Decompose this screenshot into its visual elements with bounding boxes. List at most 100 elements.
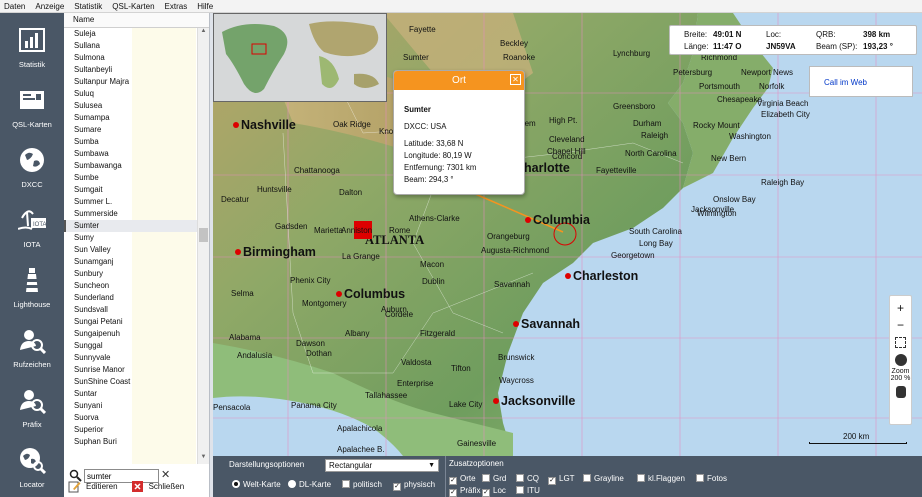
menu-daten[interactable]: Daten (0, 0, 31, 12)
menu-statistik[interactable]: Statistik (70, 0, 108, 12)
radio-world-map[interactable]: Welt-Karte (232, 480, 281, 489)
checkbox-itu[interactable]: ITU (516, 486, 540, 495)
nav-dxcc[interactable]: DXCC (0, 136, 64, 196)
list-item[interactable]: Summerside (64, 208, 198, 220)
map-city-marker[interactable] (525, 217, 531, 223)
list-item[interactable]: Sunnyvale (64, 352, 198, 364)
list-item[interactable]: Sumter (64, 220, 198, 232)
zoom-out-icon[interactable]: − (890, 318, 911, 332)
list-item[interactable]: Sunderland (64, 292, 198, 304)
pan-hand-icon[interactable] (895, 386, 906, 398)
list-scrollbar[interactable]: ▲ ▼ (197, 28, 209, 464)
map-city-marker[interactable] (235, 249, 241, 255)
list-item[interactable]: Sumba (64, 136, 198, 148)
list-item[interactable]: Suluq (64, 88, 198, 100)
edit-button[interactable]: Editieren (68, 476, 118, 497)
checkbox-lgt[interactable]: ✓ LGT (548, 474, 575, 485)
list-item[interactable]: Sultanbeyli (64, 64, 198, 76)
map-place-label: High Pt. (549, 116, 578, 125)
list-item[interactable]: Sunamganj (64, 256, 198, 268)
close-button[interactable]: Schließen (131, 476, 184, 497)
nav-lighthouse[interactable]: Lighthouse (0, 256, 64, 316)
menu-hilfe[interactable]: Hilfe (193, 0, 219, 12)
map-place-label: Valdosta (401, 358, 432, 367)
list-column-header[interactable]: Name (64, 13, 209, 28)
checkbox-politisch[interactable]: politisch (342, 480, 382, 489)
nav-locator[interactable]: Locator (0, 436, 64, 496)
checkbox-orte[interactable]: ✓ Orte (449, 474, 476, 485)
list-item[interactable]: Sultanpur Majra (64, 76, 198, 88)
map-city-label: ATLANTA (365, 233, 425, 247)
prefix-search-icon (18, 386, 46, 414)
nav-label: Locator (19, 480, 45, 489)
list-item[interactable]: Sumare (64, 124, 198, 136)
list-item[interactable]: Sunrise Manor (64, 364, 198, 376)
nav-qsl-karten[interactable]: QSL-Karten (0, 76, 64, 136)
popup-close-icon[interactable]: ✕ (510, 74, 521, 85)
list-item[interactable]: Sumy (64, 232, 198, 244)
list-item[interactable]: Summer L. (64, 196, 198, 208)
menu-extras[interactable]: Extras (161, 0, 194, 12)
nav-praefix[interactable]: Präfix (0, 376, 64, 436)
list-item[interactable]: Sullana (64, 40, 198, 52)
list-item[interactable]: Suntar (64, 388, 198, 400)
checkbox-grayline[interactable]: Grayline (583, 474, 624, 483)
map-place-label: Phenix City (290, 276, 331, 285)
list-item[interactable]: Suncheon (64, 280, 198, 292)
list-item[interactable]: Superior (64, 424, 198, 436)
checkbox-fotos[interactable]: Fotos (696, 474, 727, 483)
fullscreen-icon[interactable] (895, 337, 906, 348)
scroll-down-arrow-icon[interactable]: ▼ (198, 454, 209, 464)
list-item[interactable]: Sulusea (64, 100, 198, 112)
place-list: Suleja Sullana Sulmona Sultanbeyli Sultanpur… (64, 28, 210, 464)
nav-statistik[interactable]: Statistik (0, 16, 64, 76)
map-city-marker[interactable] (336, 291, 342, 297)
list-item[interactable]: Sunggal (64, 340, 198, 352)
world-overview-map[interactable] (213, 13, 387, 102)
list-item[interactable]: Sungai Petani (64, 316, 198, 328)
list-item[interactable]: Sumampa (64, 112, 198, 124)
map-place-label: Oak Ridge (333, 120, 371, 129)
scroll-thumb[interactable] (199, 228, 208, 242)
radio-dl-map[interactable]: DL-Karte (288, 480, 331, 489)
chevron-down-icon: ▼ (428, 462, 435, 469)
map-city-marker[interactable] (493, 398, 499, 404)
list-item[interactable]: Suleja (64, 28, 198, 40)
zoom-control: + − Zoom 200 % (889, 295, 912, 425)
menu-anzeige[interactable]: Anzeige (31, 0, 70, 12)
checkbox-physisch[interactable]: ✓ physisch (393, 480, 435, 491)
map-view[interactable]: Nashville Birmingham ATLANTA Columbus Columb… (213, 13, 922, 456)
nav-rufzeichen[interactable]: Rufzeichen (0, 316, 64, 376)
map-place-label: Elizabeth City (761, 110, 810, 119)
globe-view-icon[interactable] (894, 354, 907, 366)
call-im-web-link[interactable]: Call im Web (809, 66, 913, 97)
list-item[interactable]: Sumbawanga (64, 160, 198, 172)
checkbox-grd[interactable]: Grd (482, 474, 506, 483)
list-item[interactable]: Sulmona (64, 52, 198, 64)
checkbox-loc[interactable]: ✓ Loc (482, 486, 506, 497)
list-item[interactable]: Sunyani (64, 400, 198, 412)
list-item[interactable]: Suphan Buri (64, 436, 198, 448)
menu-qsl-karten[interactable]: QSL-Karten (108, 0, 160, 12)
list-item[interactable]: SunShine Coast (64, 376, 198, 388)
list-item[interactable]: Sumbawa (64, 148, 198, 160)
map-place-label: New Bern (711, 154, 747, 163)
list-item[interactable]: Suorva (64, 412, 198, 424)
zoom-in-icon[interactable]: + (890, 301, 911, 315)
zoom-value: 200 % (890, 375, 911, 382)
list-item[interactable]: Sumgait (64, 184, 198, 196)
checkbox-cq[interactable]: CQ (516, 474, 539, 483)
list-item[interactable]: Sunbury (64, 268, 198, 280)
map-city-marker[interactable] (513, 321, 519, 327)
list-item[interactable]: Sun Valley (64, 244, 198, 256)
list-item[interactable]: Sundsvall (64, 304, 198, 316)
list-item[interactable]: Sungaipenuh (64, 328, 198, 340)
checkbox-kl-flaggen[interactable]: kl.Flaggen (637, 474, 685, 483)
map-city-marker[interactable] (233, 122, 239, 128)
scroll-up-arrow-icon[interactable]: ▲ (198, 28, 209, 38)
nav-iota[interactable]: IOTA IOTA (0, 196, 64, 256)
projection-select[interactable]: Rectangular ▼ (325, 459, 439, 472)
map-city-marker[interactable] (565, 273, 571, 279)
list-item[interactable]: Sumbe (64, 172, 198, 184)
checkbox-präfix[interactable]: ✓ Präfix (449, 486, 480, 497)
